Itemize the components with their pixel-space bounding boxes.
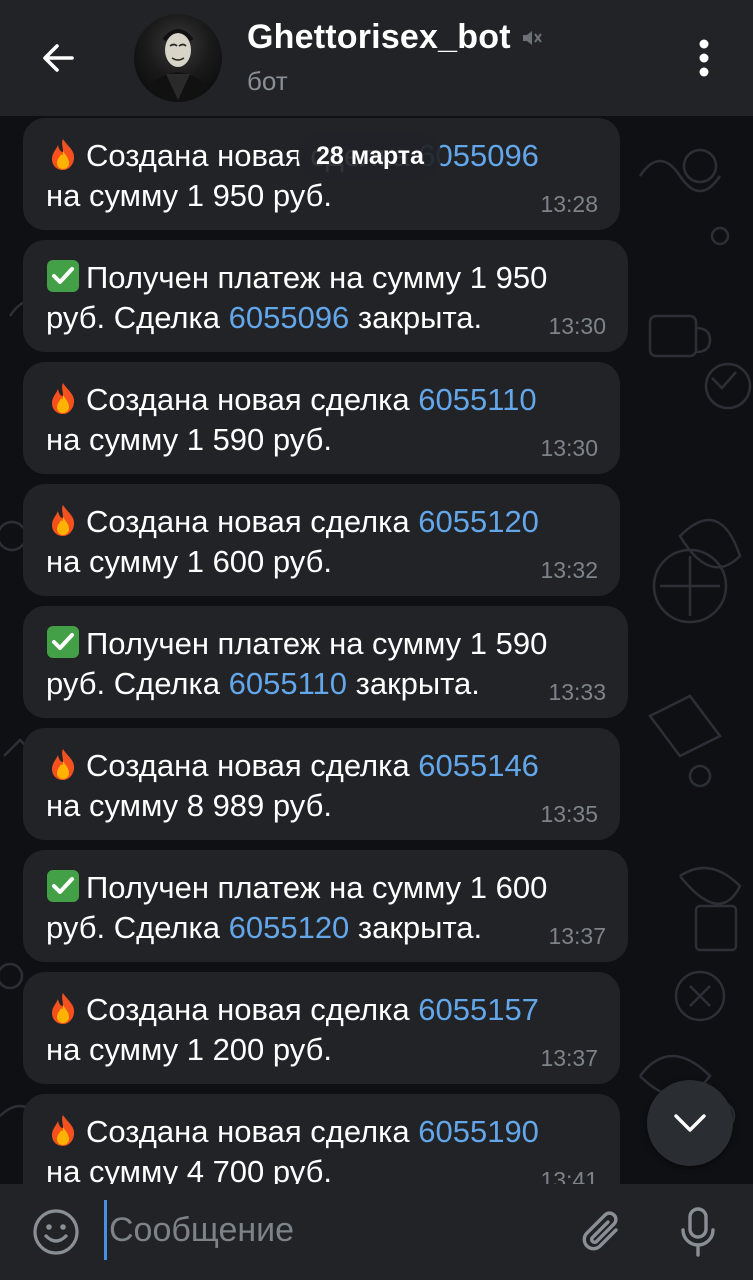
message-text: на сумму 8 989 руб. bbox=[46, 788, 333, 823]
message-text: Создана новая сделка bbox=[86, 1114, 419, 1149]
message-text: Создана новая сделка bbox=[86, 992, 419, 1027]
deal-link[interactable]: 6055120 bbox=[229, 910, 350, 945]
vertical-dots-icon bbox=[699, 39, 709, 77]
paperclip-icon bbox=[582, 1211, 618, 1251]
deal-link[interactable]: 6055146 bbox=[418, 748, 539, 783]
message-text: Создана новая сделка bbox=[86, 748, 419, 783]
check-icon bbox=[47, 626, 79, 658]
deal-link[interactable]: 6055110 bbox=[229, 666, 347, 701]
message-bubble[interactable]: Получен платеж на сумму 1 590 руб. Сделка… bbox=[23, 606, 628, 718]
masked-figure-avatar-icon bbox=[142, 29, 214, 102]
chat-title[interactable]: Ghettorisex_bot bbox=[247, 18, 511, 57]
message-text: Получен платеж на сумму 1 950 bbox=[86, 260, 548, 295]
message-time: 13:28 bbox=[540, 191, 598, 217]
message-bubble[interactable]: Создана новая сделка 6055146 на сумму 8 9… bbox=[23, 728, 620, 840]
fire-icon bbox=[52, 1115, 75, 1146]
message-composer bbox=[0, 1184, 753, 1280]
message-time: 13:30 bbox=[548, 313, 606, 339]
message-time: 13:30 bbox=[540, 435, 598, 461]
message-text: Получен платеж на сумму 1 590 bbox=[86, 626, 548, 661]
message-text: закрыта. bbox=[349, 910, 483, 945]
check-icon bbox=[47, 260, 79, 292]
message-time: 13:37 bbox=[540, 1045, 598, 1071]
deal-link[interactable]: 6055157 bbox=[418, 992, 539, 1027]
message-list[interactable]: 28 марта Создана новая сделка 6055096 на … bbox=[0, 116, 753, 1184]
message-text: закрыта. bbox=[347, 666, 480, 701]
message-bubble[interactable]: Создана новая сделка 6055110 на сумму 1 5… bbox=[23, 362, 620, 474]
bot-avatar[interactable] bbox=[134, 14, 222, 102]
message-text: руб. Сделка bbox=[46, 300, 229, 335]
check-icon bbox=[47, 870, 79, 902]
fire-icon bbox=[52, 383, 75, 414]
message-text: на сумму 1 590 руб. bbox=[46, 422, 333, 457]
message-text: Получен платеж на сумму 1 600 bbox=[86, 870, 548, 905]
back-button[interactable] bbox=[22, 22, 94, 94]
message-input[interactable] bbox=[104, 1200, 544, 1260]
arrow-left-icon bbox=[43, 44, 74, 72]
fire-icon bbox=[52, 139, 75, 170]
message-bubble[interactable]: Создана новая сделка 6055120 на сумму 1 6… bbox=[23, 484, 620, 596]
fire-icon bbox=[52, 993, 75, 1024]
message-time: 13:41 bbox=[540, 1167, 598, 1184]
deal-link[interactable]: 6055096 bbox=[229, 300, 350, 335]
scroll-to-bottom-button[interactable] bbox=[647, 1080, 733, 1166]
fire-icon bbox=[52, 505, 75, 536]
message-time: 13:32 bbox=[540, 557, 598, 583]
message-time: 13:37 bbox=[548, 923, 606, 949]
message-bubble[interactable]: Получен платеж на сумму 1 950 руб. Сделка… bbox=[23, 240, 628, 352]
deal-link[interactable]: 6055190 bbox=[418, 1114, 539, 1149]
message-time: 13:35 bbox=[540, 801, 598, 827]
message-time: 13:33 bbox=[548, 679, 606, 705]
muted-speaker-icon bbox=[523, 31, 542, 45]
message-text: закрыта. bbox=[349, 300, 483, 335]
deal-link[interactable]: 6055110 bbox=[418, 382, 536, 417]
message-text: руб. Сделка bbox=[46, 666, 229, 701]
deal-link[interactable]: 6055120 bbox=[418, 504, 539, 539]
chevron-down-icon bbox=[674, 1114, 706, 1132]
microphone-icon bbox=[681, 1207, 715, 1257]
message-text: Создана новая сделка bbox=[86, 382, 419, 417]
message-text: на сумму 1 200 руб. bbox=[46, 1032, 333, 1067]
message-text: руб. Сделка bbox=[46, 910, 229, 945]
message-text: на сумму 4 700 руб. bbox=[46, 1154, 333, 1184]
voice-message-button[interactable] bbox=[670, 1202, 726, 1262]
message-bubble[interactable]: Создана новая сделка 6055157 на сумму 1 2… bbox=[23, 972, 620, 1084]
message-text: на сумму 1 950 руб. bbox=[46, 178, 333, 213]
date-separator: 28 марта bbox=[298, 132, 442, 180]
message-bubble[interactable]: Создана новая сделка 6055190 на сумму 4 7… bbox=[23, 1094, 620, 1184]
message-text: Создана новая сделка bbox=[86, 504, 419, 539]
emoji-button[interactable] bbox=[28, 1204, 84, 1260]
message-bubble[interactable]: Получен платеж на сумму 1 600 руб. Сделка… bbox=[23, 850, 628, 962]
chat-header: Ghettorisex_bot бот bbox=[0, 0, 753, 116]
attach-button[interactable] bbox=[574, 1204, 630, 1260]
chat-subtitle: бот bbox=[247, 66, 288, 96]
fire-icon bbox=[52, 749, 75, 780]
more-options-button[interactable] bbox=[676, 28, 732, 88]
message-text: на сумму 1 600 руб. bbox=[46, 544, 333, 579]
smiley-icon bbox=[33, 1209, 79, 1255]
